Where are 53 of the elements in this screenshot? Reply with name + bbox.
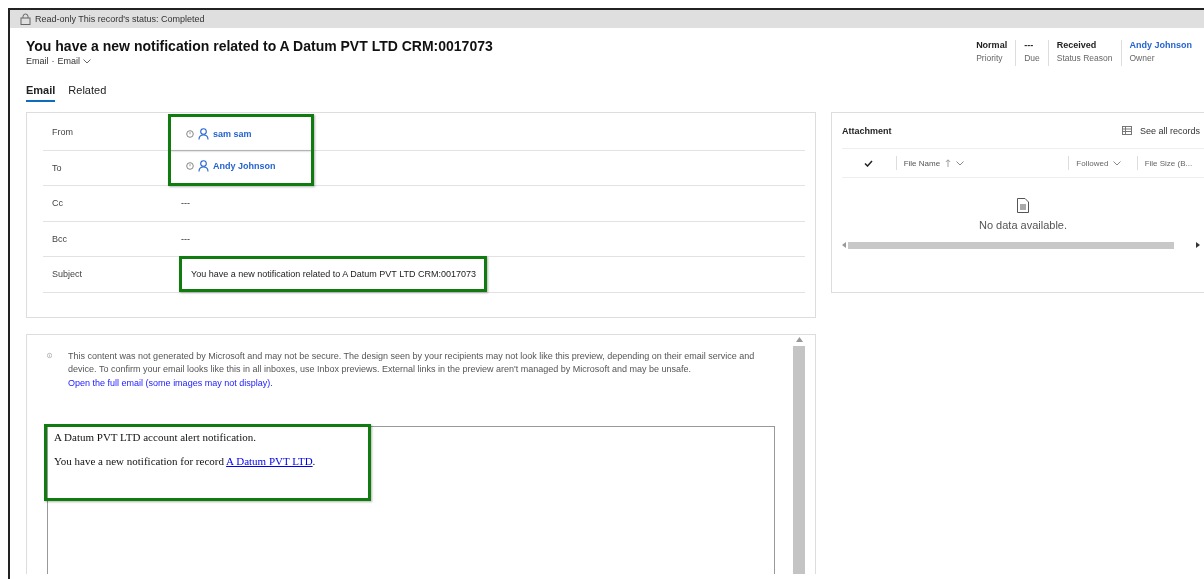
column-header[interactable]: File Name xyxy=(903,158,941,168)
header-field-label: Owner xyxy=(1129,53,1156,63)
section-title: Attachment xyxy=(842,125,892,136)
banner-text: Read-only This record's status: Completed xyxy=(35,14,205,24)
header-field-label: Due xyxy=(1024,53,1040,63)
tab[interactable]: Related xyxy=(68,84,107,102)
form-selector[interactable]: Email xyxy=(57,56,81,66)
party-link[interactable]: sam sam xyxy=(213,128,252,139)
scrollbar-thumb[interactable] xyxy=(793,345,805,574)
record-title: You have a new notification related to A Datum PVT LTD CRM:0017073 xyxy=(26,38,493,54)
header-field-value: --- xyxy=(1024,40,1035,50)
person-icon xyxy=(198,127,209,140)
party-link[interactable]: Andy Johnson xyxy=(213,161,276,172)
header-field-label: Status Reason xyxy=(1056,53,1113,63)
header-field-value: Normal xyxy=(976,40,1008,50)
record-link[interactable]: A Datum PVT LTD xyxy=(226,455,313,467)
field-label: To xyxy=(51,162,63,173)
header-field-value[interactable]: Andy Johnson xyxy=(1129,40,1192,50)
field-value: --- xyxy=(181,233,190,244)
clock-icon xyxy=(186,162,194,171)
chevron-down-icon[interactable] xyxy=(1113,160,1122,166)
header-field-value: Received xyxy=(1056,40,1098,50)
open-full-email-link[interactable]: Open the full email (some images may not display). xyxy=(68,377,273,388)
see-all-records-button[interactable]: See all records xyxy=(1121,125,1204,136)
column-header[interactable]: File Size (B... xyxy=(1144,158,1193,168)
email-body-line: You have a new notification for record A Datum PVT LTD. xyxy=(54,455,317,467)
chevron-down-icon[interactable] xyxy=(956,160,965,166)
sort-up-icon xyxy=(945,159,952,167)
field-value: You have a new notification related to A Datum PVT LTD CRM:0017073 xyxy=(191,269,476,280)
lock-icon xyxy=(20,13,31,25)
field-label: Cc xyxy=(51,198,64,209)
scrollbar-thumb[interactable] xyxy=(848,241,1174,249)
chevron-down-icon[interactable] xyxy=(83,58,92,64)
breadcrumb-separator: · xyxy=(51,56,55,66)
checkmark-icon[interactable] xyxy=(864,159,874,167)
entity-name: Email xyxy=(26,56,49,66)
field-value: --- xyxy=(181,198,190,209)
scroll-up-icon[interactable] xyxy=(795,336,803,342)
security-notice: This content was not generated by Microsoft and may not be secure. The design seen by your recipients may not look like this preview, depending on their email service and device. To confirm your email looks like this in all inboxes, use Inbox previews. External links in the preview aren't managed by Microsoft and may be unsafe. Open the full email (some images may not display). xyxy=(68,349,756,390)
document-icon xyxy=(1017,198,1029,213)
person-icon xyxy=(198,160,209,173)
email-body-line: A Datum PVT LTD account alert notification. xyxy=(54,431,257,443)
field-label: From xyxy=(51,127,74,138)
column-header[interactable]: Followed xyxy=(1076,158,1109,168)
scroll-right-icon[interactable] xyxy=(1196,242,1200,248)
scroll-left-icon[interactable] xyxy=(842,242,846,248)
empty-state-text: No data available. xyxy=(978,219,1068,231)
field-label: Subject xyxy=(51,269,84,280)
tab[interactable]: Email xyxy=(26,84,56,102)
header-field-label: Priority xyxy=(976,53,1004,63)
grid-icon xyxy=(1121,126,1132,135)
clock-icon xyxy=(186,129,194,138)
field-label: Bcc xyxy=(51,233,68,244)
